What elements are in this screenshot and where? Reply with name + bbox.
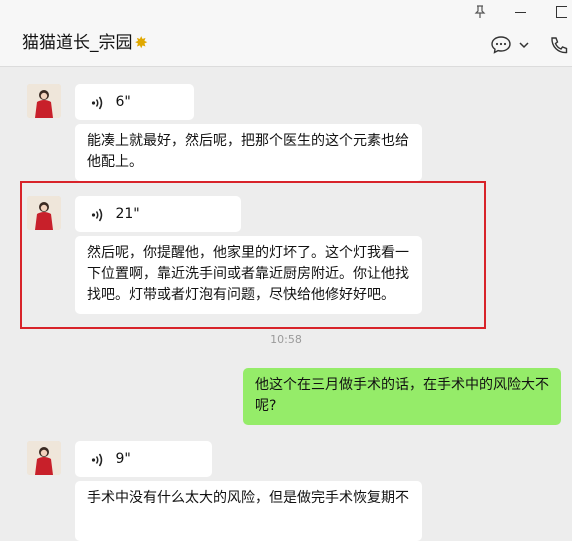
avatar-image — [27, 441, 61, 475]
voice-message[interactable]: 9" — [75, 441, 212, 477]
voice-message[interactable]: 6" — [75, 84, 194, 120]
message-line: 他配上。 — [87, 154, 143, 170]
text-message[interactable]: 能凑上就最好，然后呢，把那个医生的这个元素也给 他配上。 — [75, 124, 422, 181]
chat-bubble-icon[interactable] — [490, 35, 512, 55]
message-timestamp: 10:58 — [270, 333, 302, 346]
avatar-image — [27, 84, 61, 118]
chat-title-text: 猫猫道长_宗园 — [22, 33, 133, 53]
avatar[interactable] — [27, 84, 61, 118]
text-message[interactable]: 手术中没有什么太大的风险，但是做完手术恢复期不 — [75, 481, 422, 541]
highlight-box — [20, 181, 486, 329]
chevron-down-icon[interactable] — [518, 40, 530, 50]
chat-title: 猫猫道长_宗园 ✸ — [22, 28, 148, 53]
message-line: 呢? — [255, 398, 277, 414]
voice-duration: 6" — [115, 94, 131, 110]
message-line: 能凑上就最好，然后呢，把那个医生的这个元素也给 — [87, 133, 409, 149]
chat-header: 猫猫道长_宗园 ✸ — [0, 0, 572, 67]
voice-wave-icon — [91, 96, 103, 109]
pin-icon[interactable] — [474, 5, 486, 19]
minimize-icon[interactable] — [515, 12, 526, 13]
voice-wave-icon — [91, 453, 103, 466]
phone-icon[interactable] — [548, 35, 570, 55]
sparkle-emoji: ✸ — [134, 33, 148, 52]
voice-duration: 9" — [115, 451, 131, 467]
message-line: 他这个在三月做手术的话，在手术中的风险大不 — [255, 377, 549, 393]
maximize-icon[interactable] — [556, 6, 567, 18]
avatar[interactable] — [27, 441, 61, 475]
message-line: 手术中没有什么太大的风险，但是做完手术恢复期不 — [87, 490, 409, 506]
self-text-message[interactable]: 他这个在三月做手术的话，在手术中的风险大不 呢? — [243, 368, 561, 425]
